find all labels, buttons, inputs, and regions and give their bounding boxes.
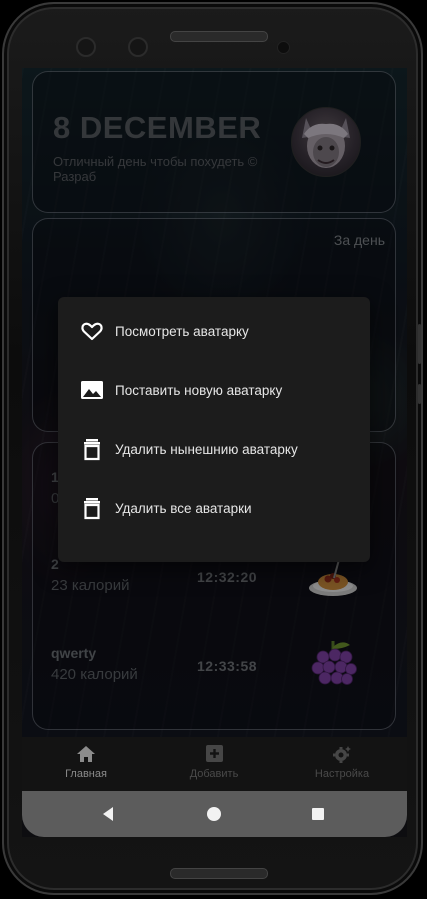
add-box-icon xyxy=(206,745,223,762)
nav-label: Главная xyxy=(65,768,107,780)
home-icon xyxy=(77,746,95,762)
home-circle-icon[interactable] xyxy=(203,803,225,825)
avatar-context-menu: Посмотреть аватарку Поставить новую ават… xyxy=(58,297,370,562)
front-camera xyxy=(128,37,148,57)
nav-item-home[interactable]: Главная xyxy=(22,737,150,791)
earpiece-speaker xyxy=(170,31,268,42)
bottom-navigation: Главная Добавить Настройка xyxy=(22,737,407,791)
trash-icon xyxy=(84,439,100,461)
menu-item-view-avatar[interactable]: Посмотреть аватарку xyxy=(58,300,370,359)
settings-icon xyxy=(333,746,351,763)
menu-item-label: Поставить новую аватарку xyxy=(115,383,283,398)
menu-item-delete-current-avatar[interactable]: Удалить нынешнию аватарку xyxy=(58,418,370,477)
menu-item-label: Посмотреть аватарку xyxy=(115,324,249,339)
nav-item-add[interactable]: Добавить xyxy=(150,737,278,791)
bottom-speaker xyxy=(170,868,268,879)
system-navigation-bar xyxy=(22,791,407,837)
menu-item-delete-all-avatars[interactable]: Удалить все аватарки xyxy=(58,477,370,536)
menu-item-label: Удалить нынешнию аватарку xyxy=(115,442,298,457)
recents-icon[interactable] xyxy=(307,803,329,825)
nav-label: Настройка xyxy=(314,768,370,780)
proximity-sensor xyxy=(277,41,290,54)
nav-label: Добавить xyxy=(189,768,239,780)
back-icon[interactable] xyxy=(98,803,120,825)
heart-icon xyxy=(81,322,103,341)
menu-item-set-avatar[interactable]: Поставить новую аватарку xyxy=(58,359,370,418)
menu-item-label: Удалить все аватарки xyxy=(115,501,252,516)
trash-icon xyxy=(84,498,100,520)
power-button xyxy=(418,324,421,364)
image-icon xyxy=(81,381,103,399)
nav-item-settings[interactable]: Настройка xyxy=(278,737,406,791)
front-sensor xyxy=(76,37,96,57)
volume-button xyxy=(418,384,421,404)
